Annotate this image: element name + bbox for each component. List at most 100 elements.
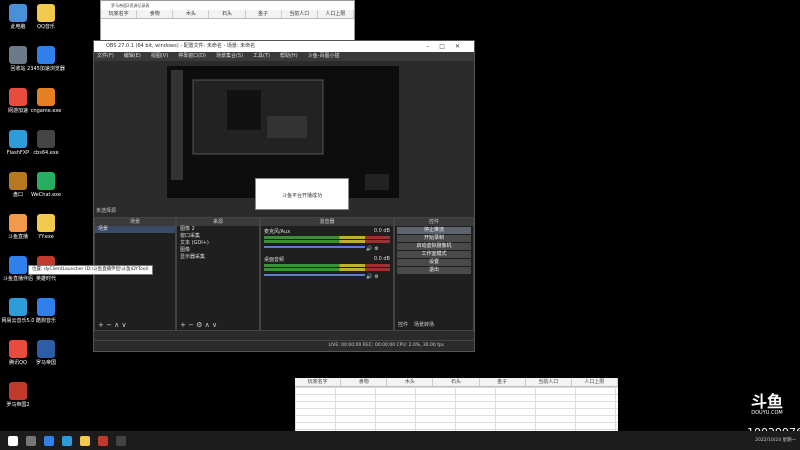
control-button[interactable]: 启动虚拟摄像机 — [397, 243, 471, 250]
resource-table-bottom[interactable]: 玩家名字 食物 木头 石头 金子 当前人口 人口上限 — [295, 378, 618, 433]
status-bar: LIVE: 00:00:00 REC: 00:00:00 CPU: 2.0%, … — [94, 340, 474, 351]
menu-item[interactable]: 帮助(H) — [280, 52, 298, 61]
desktop-icon-label: cngame.exe — [30, 108, 62, 114]
source-item[interactable]: 图像 2 — [177, 226, 259, 233]
app-icon — [9, 256, 27, 274]
source-item[interactable]: 显示器采集 — [177, 254, 259, 261]
search-icon[interactable] — [26, 435, 36, 446]
folder-icon[interactable] — [80, 435, 90, 446]
douyu-logo-sub: DOUYU.COM — [751, 410, 783, 416]
resource-table-window-top[interactable]: 罗马帝国2资源记录表 玩家名字 食物 木头 石头 金子 当前人口 人口上限 — [100, 0, 355, 42]
volume-meter — [264, 268, 390, 271]
channel-level: 0.0 dB — [373, 256, 390, 262]
volume-meter — [264, 264, 390, 267]
desktop-icon-label: 2345加速浏览器 — [27, 66, 65, 72]
panel-title: 场景 — [95, 218, 175, 226]
column-header: 金子 — [480, 378, 526, 386]
desktop-icon-label: WeChat.exe — [31, 192, 61, 198]
app-icon — [9, 382, 27, 400]
desktop-icon-label: 酷狗音乐 — [35, 318, 56, 324]
app-icon — [37, 214, 55, 232]
app-icon — [9, 214, 27, 232]
speaker-icon[interactable]: 🔊 — [366, 274, 372, 280]
desktop-icon[interactable]: 罗马帝国2 — [0, 382, 38, 408]
desktop-icon-label: 罗马帝国2 — [6, 402, 30, 408]
obs-window[interactable]: OBS 27.0.1 (64 bit, windows) - 配置文件: 未命名… — [93, 40, 475, 352]
desktop-icon[interactable]: YY.exe — [26, 214, 66, 240]
desktop-icon-label: QQ音乐 — [37, 24, 55, 30]
desktop-icon[interactable]: cbs64.exe — [26, 130, 66, 156]
column-header: 金子 — [246, 10, 282, 18]
app-icon — [9, 298, 27, 316]
speaker-icon[interactable]: 🔊 — [366, 246, 372, 252]
menu-item[interactable]: 视图(V) — [151, 52, 168, 61]
volume-slider[interactable] — [264, 274, 365, 276]
mixer-channel: 麦克风/Aux 0.0 dB 🔊 ⚙ — [261, 226, 393, 254]
menu-item[interactable]: 编辑(E) — [124, 52, 141, 61]
column-header: 玩家名字 — [295, 378, 342, 386]
app-icon — [9, 46, 27, 64]
volume-slider[interactable] — [264, 246, 365, 248]
dock-tabs: 控件 场景转场 — [395, 320, 473, 330]
dock-tab[interactable]: 场景转场 — [414, 322, 434, 328]
channel-level: 0.0 dB — [373, 228, 390, 234]
column-header: 当前人口 — [526, 378, 572, 386]
app-icon — [9, 130, 27, 148]
panel-title: 混音器 — [261, 218, 393, 226]
desktop-icon[interactable]: 2345加速浏览器 — [26, 46, 66, 72]
control-button[interactable]: 工作室模式 — [397, 251, 471, 258]
edge-icon[interactable] — [62, 435, 72, 446]
dock-tab[interactable]: 控件 — [398, 322, 408, 328]
app-icon — [37, 340, 55, 358]
browser-icon[interactable] — [44, 435, 54, 446]
menu-item[interactable]: 工具(T) — [253, 52, 270, 61]
control-button[interactable]: 退出 — [397, 267, 471, 274]
control-button[interactable]: 开始录制 — [397, 235, 471, 242]
desktop-icon[interactable]: WeChat.exe — [26, 172, 66, 198]
source-item[interactable]: 文本 (GDI+) — [177, 240, 259, 247]
douyu-logo-mark: 斗鱼 — [750, 392, 783, 411]
volume-meter — [264, 240, 390, 243]
column-header: 人口上限 — [572, 378, 618, 386]
source-controls[interactable]: + − ⚙ ∧ ∨ — [177, 320, 259, 330]
scene-item[interactable]: 场景 — [95, 226, 175, 233]
obs-icon[interactable] — [116, 435, 126, 446]
scene-controls[interactable]: + − ∧ ∨ — [95, 320, 175, 330]
control-button[interactable]: 停止推流 — [397, 227, 471, 234]
desktop-icon[interactable]: cngame.exe — [26, 88, 66, 114]
selected-source-label: 未选择源 — [96, 208, 117, 214]
start-icon[interactable] — [8, 435, 18, 446]
desktop-icon[interactable]: 酷狗音乐 — [26, 298, 66, 324]
shortcut-tooltip: 位置: dyClientLauncher (D:\斗鱼直播伴侣\斗鱼\DYToo… — [28, 265, 153, 275]
desktop-icon[interactable]: 罗马帝国 — [26, 340, 66, 366]
column-header: 玩家名字 — [101, 10, 138, 18]
gear-icon[interactable]: ⚙ — [374, 246, 378, 252]
column-header: 石头 — [209, 10, 246, 18]
wps-icon[interactable] — [98, 435, 108, 446]
column-header: 人口上限 — [318, 10, 354, 18]
tray-datetime: 2022/10/24 星期一 — [755, 437, 796, 443]
app-icon — [37, 88, 55, 106]
desktop-icon-label: YY.exe — [38, 234, 54, 240]
menu-item[interactable]: 场景集合(S) — [216, 52, 243, 61]
gear-icon[interactable]: ⚙ — [374, 274, 378, 280]
menu-item[interactable]: 斗鱼-百图小插 — [308, 52, 340, 61]
source-item[interactable]: 窗口采集 — [177, 233, 259, 240]
desktop-icon[interactable]: QQ音乐 — [26, 4, 66, 30]
menu-bar: 文件(F) 编辑(E) 视图(V) 停靠窗口(D) 场景集合(S) 工具(T) 帮助(H) 斗… — [94, 52, 474, 61]
app-icon — [37, 46, 55, 64]
app-icon — [9, 172, 27, 190]
table-header: 玩家名字 食物 木头 石头 金子 当前人口 人口上限 — [101, 10, 354, 19]
mixer-panel: 混音器 麦克风/Aux 0.0 dB 🔊 ⚙ 桌面音频 0.0 dB 🔊 ⚙ — [260, 217, 394, 331]
app-icon — [9, 4, 27, 22]
window-title: OBS 27.0.1 (64 bit, windows) - 配置文件: 未命名… — [106, 43, 256, 49]
menu-item[interactable]: 文件(F) — [97, 52, 114, 61]
system-tray[interactable]: 2022/10/24 星期一 — [755, 438, 796, 444]
menu-item[interactable]: 停靠窗口(D) — [178, 52, 206, 61]
control-button[interactable]: 设置 — [397, 259, 471, 266]
app-icon — [37, 172, 55, 190]
desktop-icon-label: cbs64.exe — [33, 150, 59, 156]
source-item[interactable]: 图像 — [177, 247, 259, 254]
column-header: 石头 — [433, 378, 480, 386]
window-controls[interactable]: –□✕ — [426, 41, 470, 52]
